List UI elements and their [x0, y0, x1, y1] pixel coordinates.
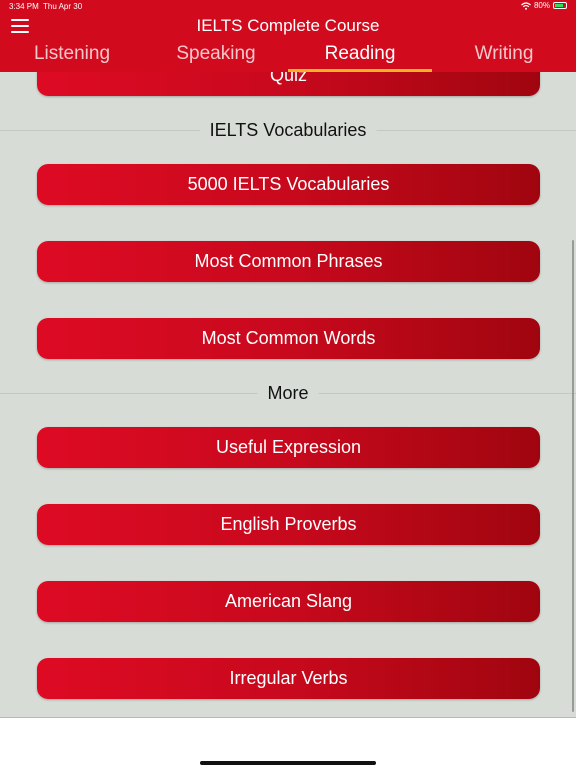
- tab-bar: Listening Speaking Reading Writing: [0, 40, 576, 72]
- irregular-verbs-button[interactable]: Irregular Verbs: [37, 658, 540, 699]
- bottom-area: [0, 717, 576, 768]
- wifi-icon: [521, 1, 531, 10]
- tab-writing[interactable]: Writing: [432, 40, 576, 68]
- battery-percent: 80%: [533, 1, 550, 10]
- status-bar: 3:34 PM Thu Apr 30 80%: [0, 0, 576, 13]
- home-indicator[interactable]: [200, 761, 376, 765]
- section-title: IELTS Vocabularies: [199, 117, 377, 143]
- battery-icon: [553, 2, 567, 9]
- tab-reading[interactable]: Reading: [288, 40, 432, 68]
- status-date: Thu Apr 30: [43, 2, 83, 11]
- common-phrases-button[interactable]: Most Common Phrases: [37, 241, 540, 282]
- english-proverbs-button[interactable]: English Proverbs: [37, 504, 540, 545]
- active-tab-indicator: [288, 69, 432, 72]
- status-time: 3:34 PM: [9, 2, 39, 11]
- useful-expression-button[interactable]: Useful Expression: [37, 427, 540, 468]
- scrollbar[interactable]: [572, 240, 574, 712]
- american-slang-button[interactable]: American Slang: [37, 581, 540, 622]
- section-ielts-vocabularies: IELTS Vocabularies: [0, 117, 576, 143]
- app-title: IELTS Complete Course: [196, 16, 380, 35]
- app-header: 3:34 PM Thu Apr 30 80% IELTS Complete Co…: [0, 0, 576, 72]
- common-words-button[interactable]: Most Common Words: [37, 318, 540, 359]
- status-right: 80%: [521, 1, 567, 10]
- section-title: More: [257, 380, 319, 406]
- tab-listening[interactable]: Listening: [0, 40, 144, 68]
- vocabularies-5000-button[interactable]: 5000 IELTS Vocabularies: [37, 164, 540, 205]
- section-more: More: [0, 380, 576, 406]
- quiz-button[interactable]: Quiz: [37, 72, 540, 96]
- tab-speaking[interactable]: Speaking: [144, 40, 288, 68]
- reading-content[interactable]: Quiz IELTS Vocabularies 5000 IELTS Vocab…: [0, 72, 576, 717]
